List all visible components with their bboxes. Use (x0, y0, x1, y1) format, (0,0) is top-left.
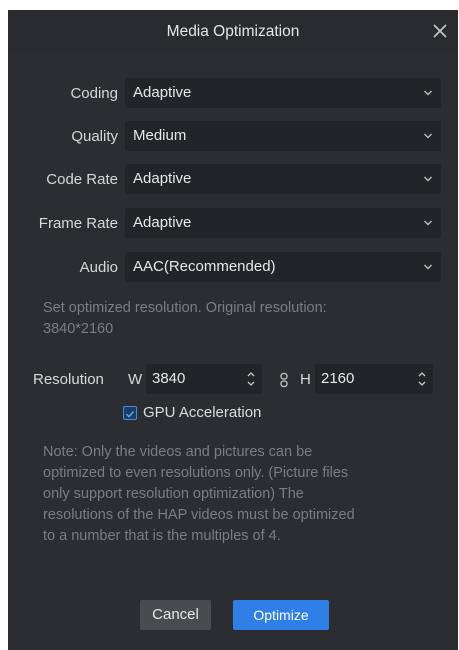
chevron-down-icon (424, 133, 432, 139)
height-value: 2160 (321, 370, 355, 387)
height-label: H (300, 371, 311, 388)
code-rate-value: Adaptive (133, 170, 192, 187)
checkbox-checked-icon[interactable] (123, 406, 137, 420)
height-input[interactable]: 2160 (315, 364, 433, 394)
note-text: Note: Only the videos and pictures can b… (43, 442, 438, 547)
frame-rate-value: Adaptive (133, 214, 192, 231)
chain-link-icon[interactable] (278, 372, 290, 388)
resolution-label: Resolution (33, 371, 104, 388)
audio-label: Audio (79, 259, 118, 276)
resolution-hint-text: Set optimized resolution. Original resol… (43, 300, 327, 316)
coding-value: Adaptive (133, 84, 192, 101)
chevron-down-icon (424, 176, 432, 182)
spinner-arrows-icon[interactable] (417, 368, 427, 390)
audio-select[interactable]: AAC(Recommended) (125, 252, 441, 282)
coding-select[interactable]: Adaptive (125, 78, 441, 108)
resolution-hint: Set optimized resolution. Original resol… (43, 298, 433, 340)
quality-value: Medium (133, 127, 187, 144)
original-resolution-value: 3840*2160 (43, 321, 114, 337)
spinner-arrows-icon[interactable] (246, 368, 256, 390)
chevron-down-icon (424, 90, 432, 96)
close-icon[interactable] (428, 19, 452, 43)
coding-label: Coding (70, 85, 118, 102)
width-value: 3840 (152, 370, 186, 387)
frame-rate-select[interactable]: Adaptive (125, 208, 441, 238)
note-line: resolutions of the HAP videos must be op… (43, 507, 355, 523)
quality-label: Quality (71, 128, 118, 145)
gpu-acceleration-label: GPU Acceleration (143, 404, 262, 421)
note-line: only support resolution optimization) Th… (43, 486, 304, 502)
note-line: to a number that is the multiples of 4. (43, 528, 281, 544)
media-optimization-dialog: Media Optimization Coding Adaptive Quali… (8, 10, 458, 650)
audio-value: AAC(Recommended) (133, 258, 276, 275)
chevron-down-icon (424, 220, 432, 226)
chevron-down-icon (424, 264, 432, 270)
width-input[interactable]: 3840 (146, 364, 262, 394)
width-label: W (128, 371, 143, 388)
code-rate-label: Code Rate (46, 171, 118, 188)
optimize-button[interactable]: Optimize (233, 600, 329, 630)
dialog-title: Media Optimization (166, 23, 300, 40)
note-line: optimized to even resolutions only. (Pic… (43, 465, 349, 481)
cancel-button[interactable]: Cancel (140, 600, 211, 630)
dialog-titlebar: Media Optimization (8, 10, 458, 54)
note-line: Note: Only the videos and pictures can b… (43, 444, 313, 460)
quality-select[interactable]: Medium (125, 121, 441, 151)
code-rate-select[interactable]: Adaptive (125, 164, 441, 194)
frame-rate-label: Frame Rate (38, 215, 118, 232)
